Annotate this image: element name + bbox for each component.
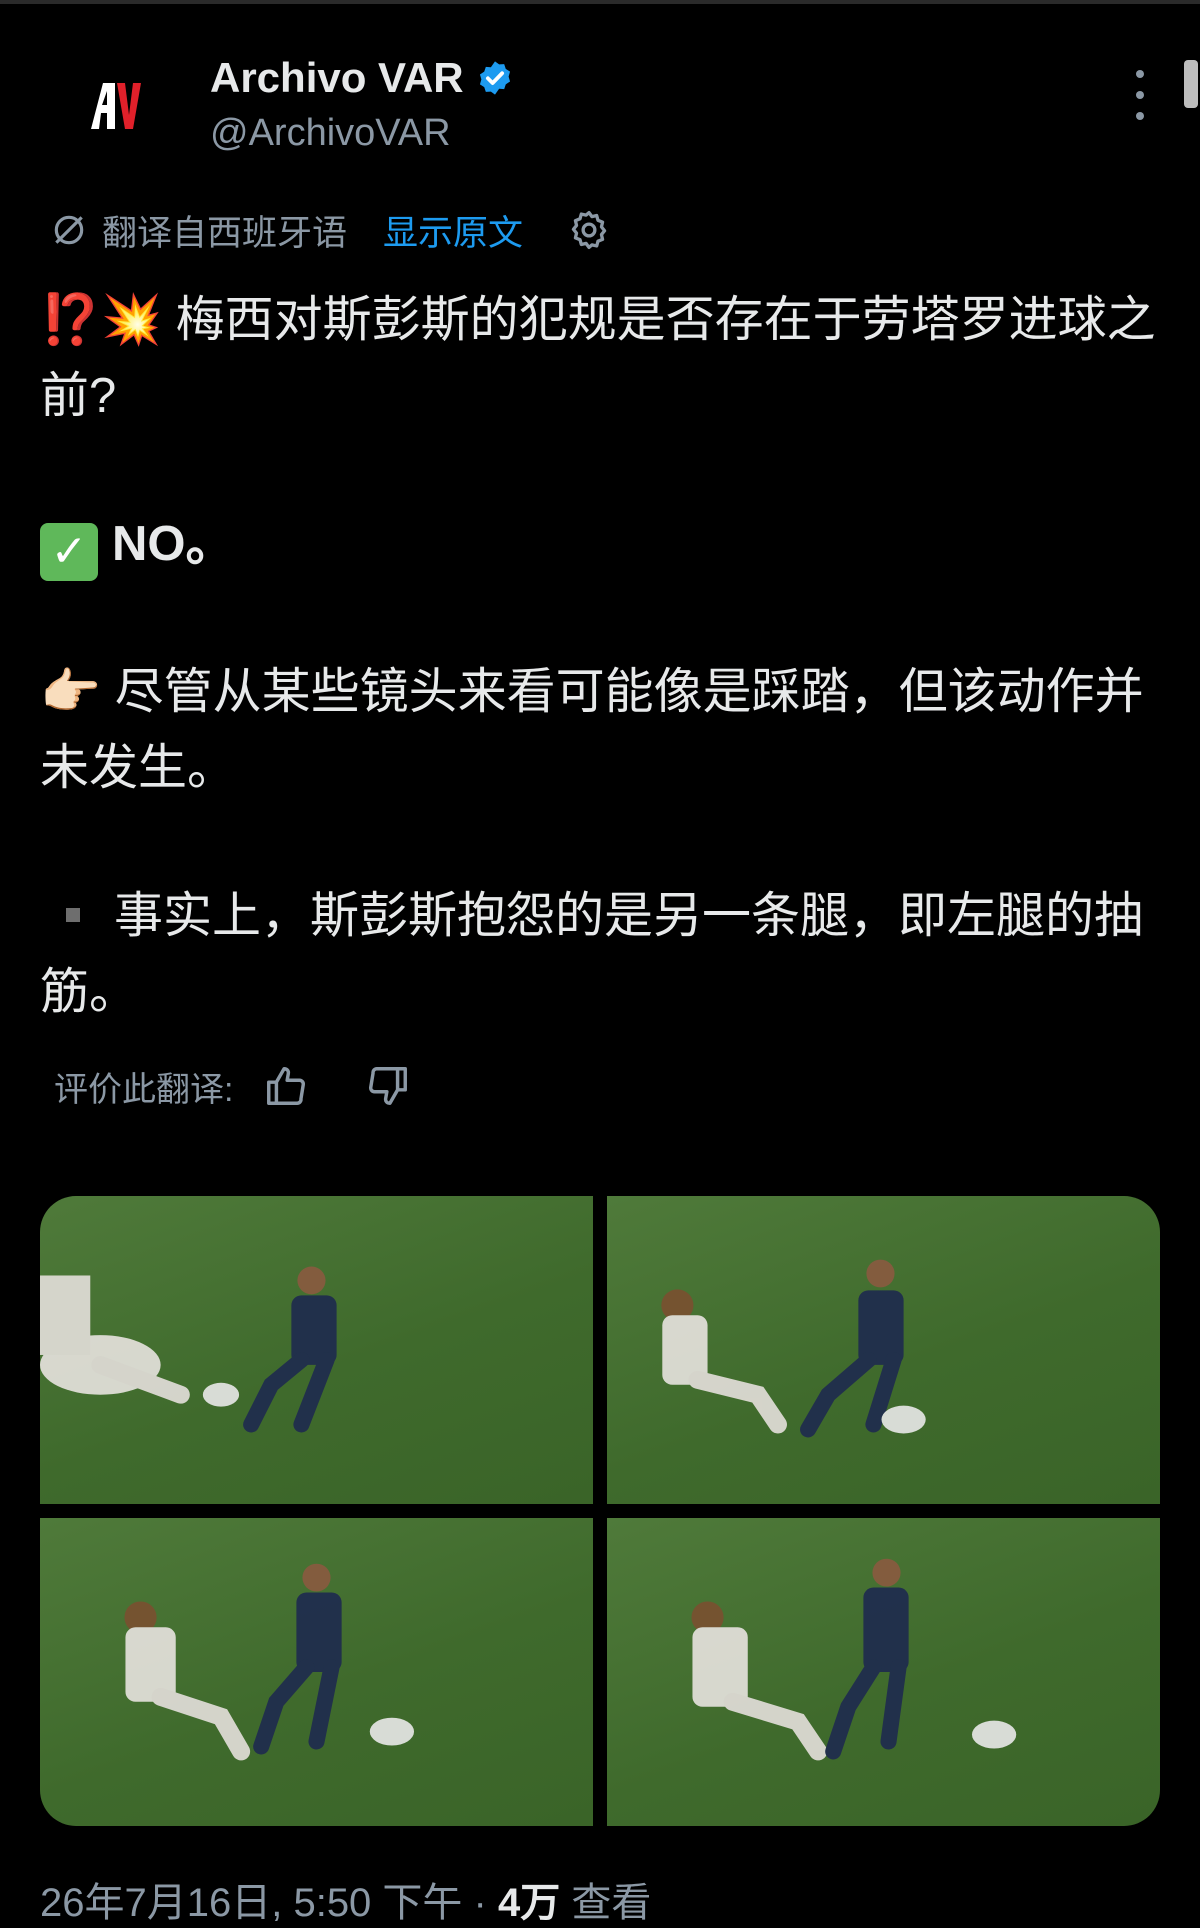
tweet-meta: 26年7月16日, 5:50 下午 · 4万 查看 <box>40 1870 651 1928</box>
question-text: 梅西对斯彭斯的犯规是否存在于劳塔罗进球之前? <box>40 293 1156 423</box>
media-frame-4[interactable] <box>607 1518 1160 1826</box>
tweet-text: ⁉️💥 梅西对斯彭斯的犯规是否存在于劳塔罗进球之前? ✓ NO。 👉🏻 尽管从某些… <box>40 282 1160 1030</box>
explanation-text: 尽管从某些镜头来看可能像是踩踏，但该动作并未发生。 <box>40 665 1144 795</box>
football-scene-illustration <box>661 1259 926 1438</box>
bullet-icon <box>66 908 80 923</box>
tweet-header: Archivo VAR @ArchivoVAR <box>60 50 1160 160</box>
tweet-paragraph-explanation: 👉🏻 尽管从某些镜头来看可能像是踩踏，但该动作并未发生。 <box>40 654 1160 806</box>
verified-badge-icon <box>479 61 510 95</box>
top-divider <box>0 0 1200 4</box>
tweet-paragraph-answer: ✓ NO。 <box>40 506 1160 582</box>
interrobang-collision-emoji: ⁉️💥 <box>40 291 163 348</box>
more-vertical-icon[interactable] <box>1130 70 1150 120</box>
gear-icon[interactable] <box>567 208 611 252</box>
display-name[interactable]: Archivo VAR <box>210 54 464 102</box>
rate-translation: 评价此翻译: <box>54 1058 411 1114</box>
media-frame-3[interactable] <box>40 1518 593 1826</box>
media-frame-1[interactable] <box>40 1196 593 1504</box>
scrollbar-thumb[interactable] <box>1184 60 1198 108</box>
thumbs-down-icon[interactable] <box>365 1063 411 1109</box>
show-original-link[interactable]: 显示原文 <box>383 205 523 256</box>
rate-translation-label: 评价此翻译: <box>54 1070 234 1109</box>
archivo-var-logo-icon <box>91 83 141 129</box>
media-grid <box>40 1196 1160 1826</box>
handle[interactable]: @ArchivoVAR <box>210 112 514 155</box>
answer-text: NO。 <box>112 517 235 571</box>
avatar[interactable] <box>60 50 170 160</box>
translated-from-label: 翻译自西班牙语 <box>102 213 348 253</box>
fact-text: 事实上，斯彭斯抱怨的是另一条腿，即左腿的抽筋。 <box>40 889 1144 1019</box>
views-label: 查看 <box>560 1881 652 1925</box>
football-scene-illustration <box>124 1563 415 1761</box>
views-count: 4万 <box>497 1881 561 1925</box>
translation-bar: 翻译自西班牙语 显示原文 <box>50 200 611 260</box>
translate-icon <box>54 215 84 245</box>
thumbs-up-icon[interactable] <box>263 1063 309 1109</box>
media-frame-2[interactable] <box>607 1196 1160 1504</box>
timestamp[interactable]: 26年7月16日, 5:50 下午 · <box>40 1881 498 1925</box>
tweet-paragraph-question: ⁉️💥 梅西对斯彭斯的犯规是否存在于劳塔罗进球之前? <box>40 282 1160 434</box>
check-mark-icon: ✓ <box>40 523 98 581</box>
pointing-hand-emoji: 👉🏻 <box>40 663 102 720</box>
tweet-paragraph-fact: 事实上，斯彭斯抱怨的是另一条腿，即左腿的抽筋。 <box>40 878 1160 1030</box>
football-scene-illustration <box>40 1266 337 1433</box>
football-scene-illustration <box>691 1558 1017 1761</box>
